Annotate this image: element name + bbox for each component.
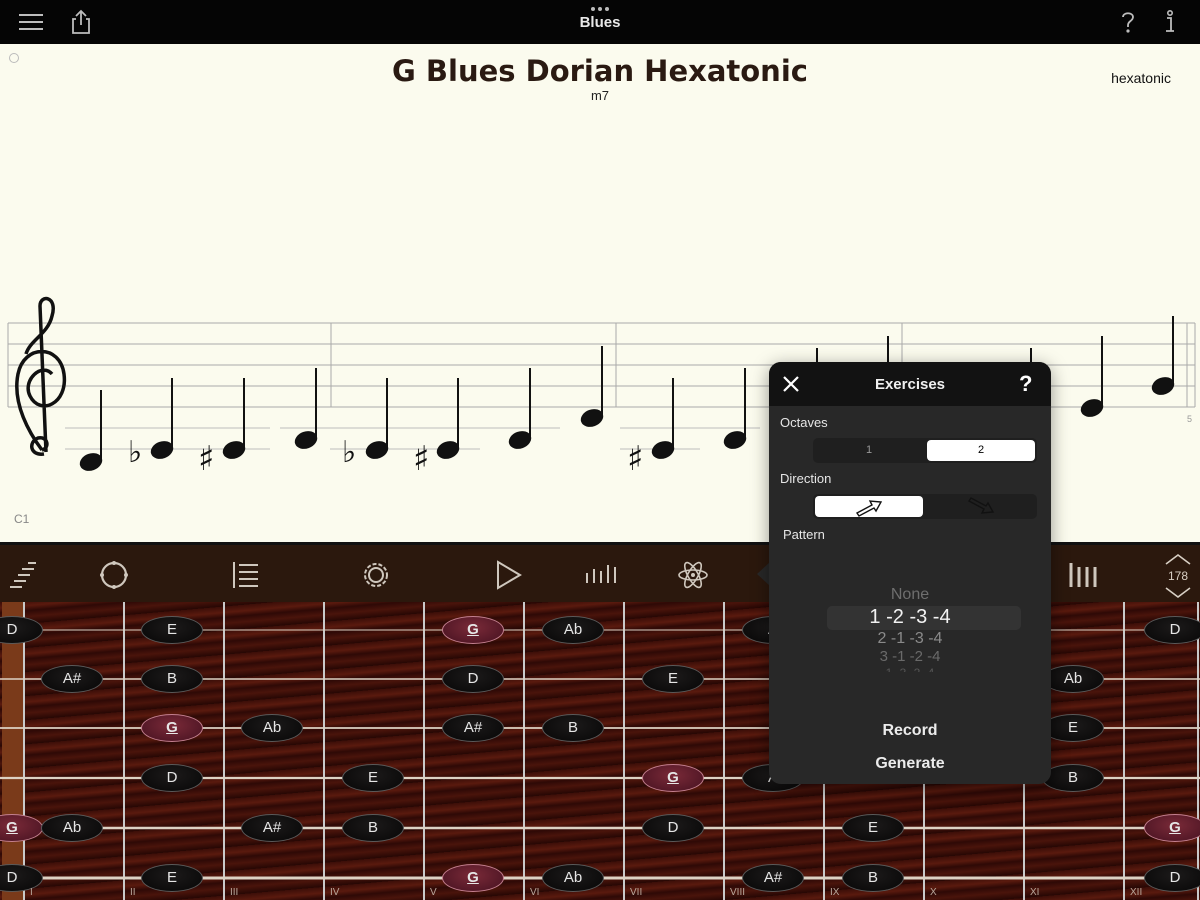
note-marker[interactable]: Ab: [542, 864, 604, 892]
svg-text:♭: ♭: [128, 435, 142, 470]
fret-number: X: [930, 887, 937, 898]
note-marker[interactable]: Ab: [1042, 665, 1104, 693]
more-dots-icon[interactable]: [590, 6, 610, 12]
help-icon[interactable]: [1114, 8, 1142, 36]
svg-text:♭: ♭: [342, 435, 356, 470]
note-marker[interactable]: B: [141, 665, 203, 693]
popover-header: Exercises ?: [769, 362, 1051, 406]
fret-number: XI: [1030, 887, 1040, 898]
pattern-label: Pattern: [783, 527, 825, 542]
note-marker[interactable]: A#: [41, 665, 103, 693]
note-marker[interactable]: Ab: [41, 814, 103, 842]
root-note-marker[interactable]: G: [442, 616, 504, 644]
fret-number: IV: [330, 887, 340, 898]
fret-number: XII: [1130, 887, 1143, 898]
note-marker[interactable]: E: [141, 864, 203, 892]
score-title: G Blues Dorian Hexatonic: [392, 54, 808, 88]
tempo-value: 178: [1167, 569, 1189, 583]
nut: [2, 602, 24, 900]
loop-circle-icon[interactable]: [96, 557, 132, 593]
list-icon[interactable]: [228, 557, 264, 593]
position-label: C1: [14, 512, 30, 526]
popover-help-button[interactable]: ?: [1019, 371, 1032, 397]
treble-clef-icon: [15, 296, 67, 456]
note-marker[interactable]: E: [141, 616, 203, 644]
note-marker[interactable]: E: [342, 764, 404, 792]
popover-title: Exercises: [874, 376, 946, 393]
app-title[interactable]: Blues: [0, 14, 1200, 31]
octaves-label: Octaves: [780, 415, 828, 430]
note-marker[interactable]: B: [542, 714, 604, 742]
svg-text:♯: ♯: [627, 439, 643, 479]
fret-number: III: [230, 887, 239, 898]
pattern-option[interactable]: 1 -3 -2 -4: [769, 666, 1051, 672]
octave-option-2[interactable]: 2: [927, 440, 1035, 461]
note-marker[interactable]: B: [842, 864, 904, 892]
fret-number: IX: [830, 887, 840, 898]
octave-option-1[interactable]: 1: [815, 440, 923, 461]
note-marker[interactable]: D: [442, 665, 504, 693]
fret-number: II: [130, 887, 136, 898]
fretboard-view-icon[interactable]: [6, 557, 42, 593]
fret-number: I: [30, 887, 33, 898]
svg-text:♯: ♯: [413, 439, 429, 479]
note-marker[interactable]: Ab: [241, 714, 303, 742]
strings-icon[interactable]: [1067, 557, 1103, 593]
octaves-segmented-control: 1 2: [813, 438, 1037, 463]
root-note-marker[interactable]: G: [442, 864, 504, 892]
note-marker[interactable]: A#: [442, 714, 504, 742]
top-bar: Blues: [0, 0, 1200, 44]
note-marker[interactable]: E: [842, 814, 904, 842]
pattern-picker[interactable]: None 1 -2 -3 -4 2 -1 -3 -4 3 -1 -2 -4 1 …: [769, 584, 1051, 674]
root-note-marker[interactable]: G: [1144, 814, 1200, 842]
note-marker[interactable]: D: [1144, 616, 1200, 644]
fret-number: VI: [530, 887, 540, 898]
down-arrow-icon: [967, 497, 995, 514]
svg-text:♯: ♯: [198, 439, 214, 479]
direction-segmented-control: [813, 494, 1037, 519]
note-marker[interactable]: A#: [742, 864, 804, 892]
record-button[interactable]: Record: [769, 722, 1051, 740]
atom-icon[interactable]: [675, 557, 711, 593]
fret-number: VIII: [730, 887, 746, 898]
tempo-stepper[interactable]: 178: [1160, 553, 1196, 599]
fret-number: V: [430, 887, 437, 898]
info-icon[interactable]: [1156, 8, 1184, 36]
bars-icon[interactable]: [583, 557, 619, 593]
note-marker[interactable]: D: [141, 764, 203, 792]
scale-type-label: hexatonic: [1111, 70, 1171, 86]
root-note-marker[interactable]: G: [642, 764, 704, 792]
exercises-popover: Exercises ? Octaves 1 2 Direction Patter…: [769, 362, 1051, 784]
note-marker[interactable]: B: [1042, 764, 1104, 792]
chevron-down-icon[interactable]: [1164, 587, 1192, 599]
pattern-option[interactable]: 3 -1 -2 -4: [769, 648, 1051, 664]
chevron-up-icon[interactable]: [1164, 553, 1192, 565]
up-arrow-icon: [855, 500, 883, 517]
root-note-marker[interactable]: G: [141, 714, 203, 742]
note-marker[interactable]: E: [642, 665, 704, 693]
pattern-option[interactable]: 2 -1 -3 -4: [769, 630, 1051, 648]
direction-label: Direction: [780, 471, 832, 486]
note-marker[interactable]: D: [642, 814, 704, 842]
direction-down-option[interactable]: [927, 496, 1035, 517]
note-marker[interactable]: E: [1042, 714, 1104, 742]
direction-up-option[interactable]: [815, 496, 923, 517]
fret-number: VII: [630, 887, 643, 898]
note-marker[interactable]: B: [342, 814, 404, 842]
pattern-option-selected[interactable]: 1 -2 -3 -4: [769, 606, 1051, 629]
settings-gear-icon[interactable]: [358, 557, 394, 593]
note-marker[interactable]: A#: [241, 814, 303, 842]
generate-button[interactable]: Generate: [769, 755, 1051, 773]
pattern-option[interactable]: None: [769, 586, 1051, 604]
note-marker[interactable]: D: [1144, 864, 1200, 892]
play-icon[interactable]: [490, 557, 526, 593]
note-marker[interactable]: Ab: [542, 616, 604, 644]
measure-number: 5: [1187, 414, 1192, 424]
